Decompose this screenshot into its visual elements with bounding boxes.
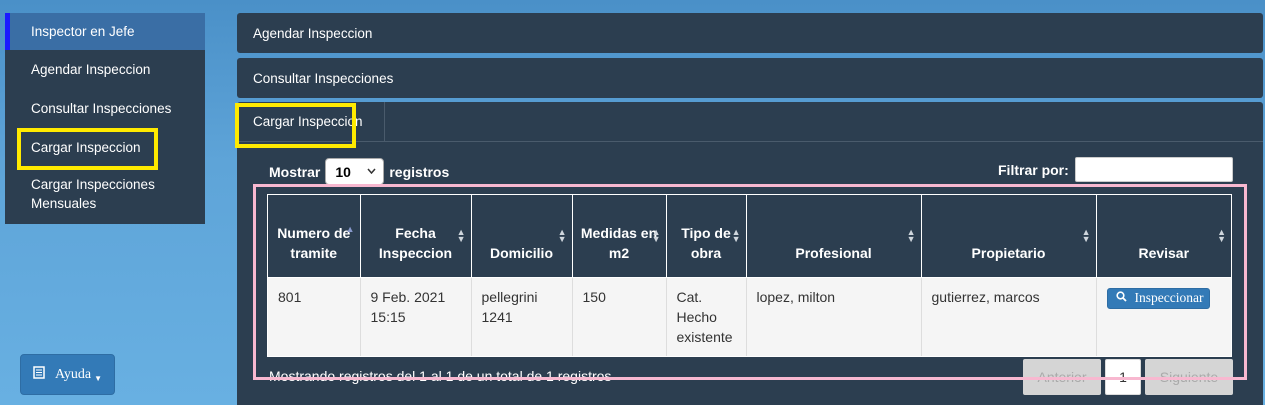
cell-revisar: Inspeccionar bbox=[1095, 276, 1231, 356]
sort-asc-icon: ▲ bbox=[345, 224, 355, 234]
sort-icon: ▲ ▼ bbox=[731, 227, 741, 244]
column-header-revisar[interactable]: Revisar ▲ ▼ bbox=[1095, 195, 1231, 277]
sort-icon: ▲ ▼ bbox=[1081, 227, 1091, 244]
table-row: 801 9 Feb. 2021 15:15 pellegrini 1241 15… bbox=[268, 276, 1231, 356]
inspect-button-label: Inspeccionar bbox=[1134, 290, 1204, 305]
column-header-tipo[interactable]: Tipo de obra ▲ ▼ bbox=[665, 195, 746, 277]
panel-header-cargar-inspeccion[interactable]: Cargar Inspeccion bbox=[237, 102, 1263, 142]
sidebar-item-cargar-inspeccion[interactable]: Cargar Inspeccion bbox=[5, 127, 205, 167]
pagination-page-1[interactable]: 1 bbox=[1105, 359, 1141, 395]
page-length-value: 10 bbox=[335, 163, 351, 180]
filter-input[interactable] bbox=[1074, 157, 1233, 182]
chevron-down-icon bbox=[367, 166, 376, 177]
sort-icon: ▲ ▼ bbox=[557, 227, 567, 244]
tab-divider bbox=[384, 102, 385, 142]
cell-numero: 801 bbox=[268, 276, 360, 356]
cell-propietario: gutierrez, marcos bbox=[920, 276, 1096, 356]
cell-medidas: 150 bbox=[571, 276, 666, 356]
sidebar-item-inspector-en-jefe[interactable]: Inspector en Jefe bbox=[5, 13, 205, 50]
pagination-previous-button[interactable]: Anterior bbox=[1023, 359, 1101, 395]
panel-consultar-inspecciones: Consultar Inspecciones bbox=[237, 58, 1263, 98]
cell-profesional: lopez, milton bbox=[745, 276, 921, 356]
cell-tipo: Cat. Hecho existente bbox=[665, 276, 746, 356]
caret-down-icon: ▼ bbox=[94, 374, 102, 383]
book-icon bbox=[33, 365, 45, 384]
help-label: Ayuda bbox=[55, 366, 92, 382]
column-header-profesional[interactable]: Profesional ▲ ▼ bbox=[745, 195, 921, 277]
panel-header-consultar-inspecciones[interactable]: Consultar Inspecciones bbox=[237, 58, 1263, 98]
cell-fecha: 9 Feb. 2021 15:15 bbox=[359, 276, 471, 356]
column-header-domicilio[interactable]: Domicilio ▲ ▼ bbox=[470, 195, 572, 277]
sidebar-item-consultar-inspecciones[interactable]: Consultar Inspecciones bbox=[5, 89, 205, 127]
show-label: Mostrar bbox=[269, 163, 321, 180]
page-length-select[interactable]: 10 bbox=[325, 158, 385, 185]
sort-icon: ▲ ▼ bbox=[906, 227, 916, 244]
filter-label: Filtrar por: bbox=[998, 161, 1069, 178]
sort-icon: ▲ ▼ bbox=[456, 227, 466, 244]
column-header-numero[interactable]: Numero de tramite ▲ bbox=[268, 195, 360, 277]
search-icon bbox=[1115, 290, 1127, 306]
column-header-fecha[interactable]: Fecha Inspeccion ▲ ▼ bbox=[359, 195, 471, 277]
sidebar: Inspector en Jefe Agendar Inspeccion Con… bbox=[5, 13, 205, 224]
panel-header-agendar-inspeccion[interactable]: Agendar Inspeccion bbox=[237, 13, 1263, 53]
pagination: Anterior 1 Siguiente bbox=[1023, 359, 1233, 395]
page-length-control: Mostrar 10 registros bbox=[269, 158, 449, 185]
sidebar-item-agendar-inspeccion[interactable]: Agendar Inspeccion bbox=[5, 50, 205, 89]
sort-icon: ▲ ▼ bbox=[1217, 227, 1226, 244]
cell-domicilio: pellegrini 1241 bbox=[470, 276, 572, 356]
help-button[interactable]: Ayuda ▼ bbox=[20, 354, 115, 395]
records-label: registros bbox=[389, 163, 450, 180]
panel-agendar-inspeccion: Agendar Inspeccion bbox=[237, 13, 1263, 53]
table-header-row: Numero de tramite ▲ Fecha Inspeccion ▲ ▼ Do… bbox=[268, 195, 1231, 277]
inspections-table: Numero de tramite ▲ Fecha Inspeccion ▲ ▼ Do… bbox=[268, 195, 1231, 356]
column-header-propietario[interactable]: Propietario ▲ ▼ bbox=[920, 195, 1096, 277]
inspect-button[interactable]: Inspeccionar bbox=[1106, 287, 1211, 309]
table-info: Mostrando registros del 1 al 1 de un tot… bbox=[269, 368, 612, 384]
filter-control: Filtrar por: bbox=[998, 157, 1233, 182]
pagination-next-button[interactable]: Siguiente bbox=[1145, 359, 1233, 395]
column-header-medidas[interactable]: Medidas en m2 ▲ ▼ bbox=[571, 195, 666, 277]
sidebar-item-cargar-inspecciones-mensuales[interactable]: Cargar Inspecciones Mensuales bbox=[5, 167, 205, 224]
sort-icon: ▲ ▼ bbox=[651, 227, 661, 244]
